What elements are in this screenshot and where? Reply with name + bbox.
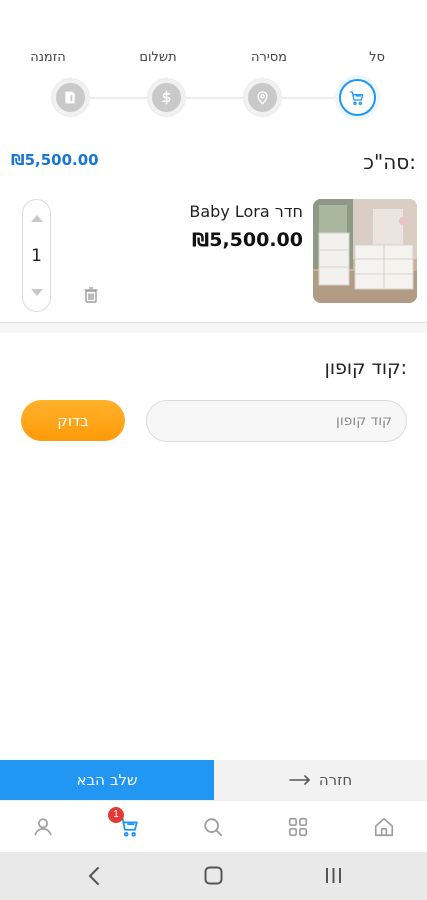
document-icon: [65, 91, 75, 104]
system-recents-button[interactable]: [324, 866, 343, 889]
tab-home[interactable]: [373, 816, 395, 838]
system-home-button[interactable]: [204, 866, 223, 889]
product-price: ₪5,500.00: [192, 229, 303, 251]
step-label-cart: סל: [369, 50, 385, 65]
coupon-input[interactable]: [146, 400, 407, 442]
step-label-delivery: מסירה: [250, 50, 287, 65]
system-navigation-bar: [0, 852, 427, 900]
search-icon: [204, 818, 223, 837]
quantity-stepper: 1: [22, 199, 51, 312]
tab-categories[interactable]: [287, 816, 309, 838]
categories-icon: [288, 817, 308, 837]
product-photo-dresser: [313, 199, 417, 303]
tab-account[interactable]: [32, 816, 54, 838]
system-back-button[interactable]: [87, 866, 101, 890]
cart-item: חדר Baby Lora ₪5,500.00 1: [0, 195, 427, 323]
total-value: ₪5,500.00: [11, 151, 99, 169]
step-cart[interactable]: [338, 79, 376, 116]
back-button-label: חזרה: [318, 771, 353, 789]
quantity-increase-button[interactable]: [31, 215, 43, 222]
step-payment[interactable]: [147, 79, 185, 116]
user-icon: [34, 818, 52, 836]
arrow-right-icon: [289, 775, 310, 785]
tab-cart[interactable]: 1: [108, 807, 140, 838]
tab-search[interactable]: [202, 816, 224, 838]
step-order[interactable]: [51, 79, 89, 116]
section-separator: [0, 323, 427, 333]
trash-icon: [84, 287, 98, 303]
bottom-tab-bar: 1: [0, 800, 427, 852]
delete-item-button[interactable]: [84, 287, 98, 307]
total-label: סה"כ:: [363, 150, 416, 174]
recents-icon: [326, 868, 341, 883]
home-icon: [374, 817, 394, 837]
stepper-line: [72, 97, 358, 99]
dollar-icon: [161, 90, 170, 105]
product-image[interactable]: [313, 199, 417, 303]
square-icon: [204, 866, 223, 885]
checkout-stepper: סל מסירה תשלום הזמנה: [0, 0, 427, 130]
step-label-payment: תשלום: [139, 50, 177, 65]
quantity-value: 1: [31, 246, 42, 266]
check-coupon-button[interactable]: בדוק: [21, 400, 125, 441]
chevron-left-icon: [88, 867, 99, 885]
product-name[interactable]: חדר Baby Lora: [189, 202, 303, 221]
cart-icon: [349, 90, 364, 105]
next-step-button[interactable]: שלב הבא: [0, 760, 214, 800]
cart-count-badge: 1: [108, 807, 124, 823]
quantity-decrease-button[interactable]: [31, 289, 43, 296]
coupon-title: קוד קופון:: [324, 357, 407, 379]
location-pin-icon: [256, 91, 268, 105]
back-button[interactable]: חזרה: [214, 760, 427, 800]
step-label-order: הזמנה: [30, 50, 66, 65]
step-delivery[interactable]: [243, 79, 281, 116]
